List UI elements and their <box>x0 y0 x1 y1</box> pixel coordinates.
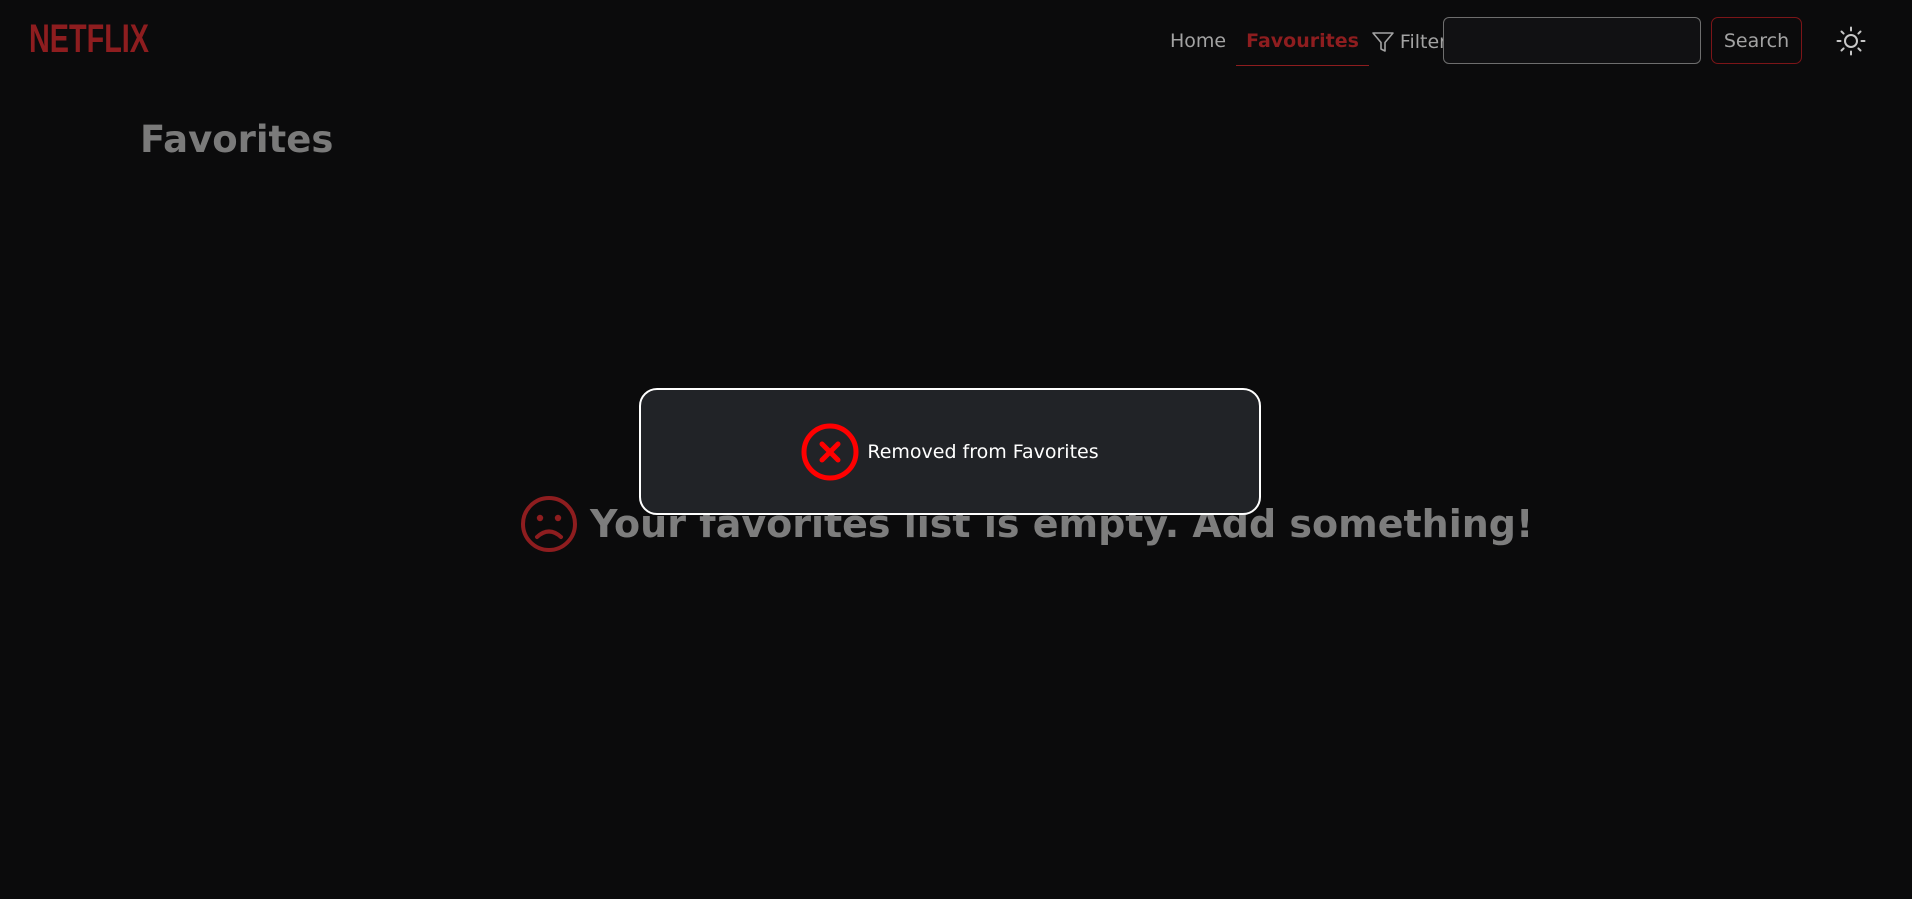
nav-favourites-link[interactable]: Favourites <box>1236 18 1369 66</box>
nav-links: Home Favourites Filter <box>1160 18 1447 66</box>
search-input[interactable] <box>1443 17 1701 64</box>
page-title: Favorites <box>140 118 334 161</box>
frown-face-icon <box>521 496 577 552</box>
netflix-logo[interactable]: NETFLIX <box>29 16 151 58</box>
sun-icon[interactable] <box>1836 26 1866 56</box>
filter-label: Filter <box>1399 31 1447 53</box>
page: NETFLIX Home Favourites Filter Search Fa… <box>0 0 1912 899</box>
close-circle-icon <box>801 423 859 480</box>
filter-icon <box>1372 32 1394 52</box>
filter-button[interactable]: Filter <box>1371 30 1447 54</box>
nav-home-link[interactable]: Home <box>1160 18 1236 66</box>
removed-toast[interactable]: Removed from Favorites <box>639 388 1261 515</box>
toast-message: Removed from Favorites <box>867 440 1099 463</box>
search-button[interactable]: Search <box>1711 17 1802 64</box>
svg-text:NETFLIX: NETFLIX <box>29 17 149 58</box>
